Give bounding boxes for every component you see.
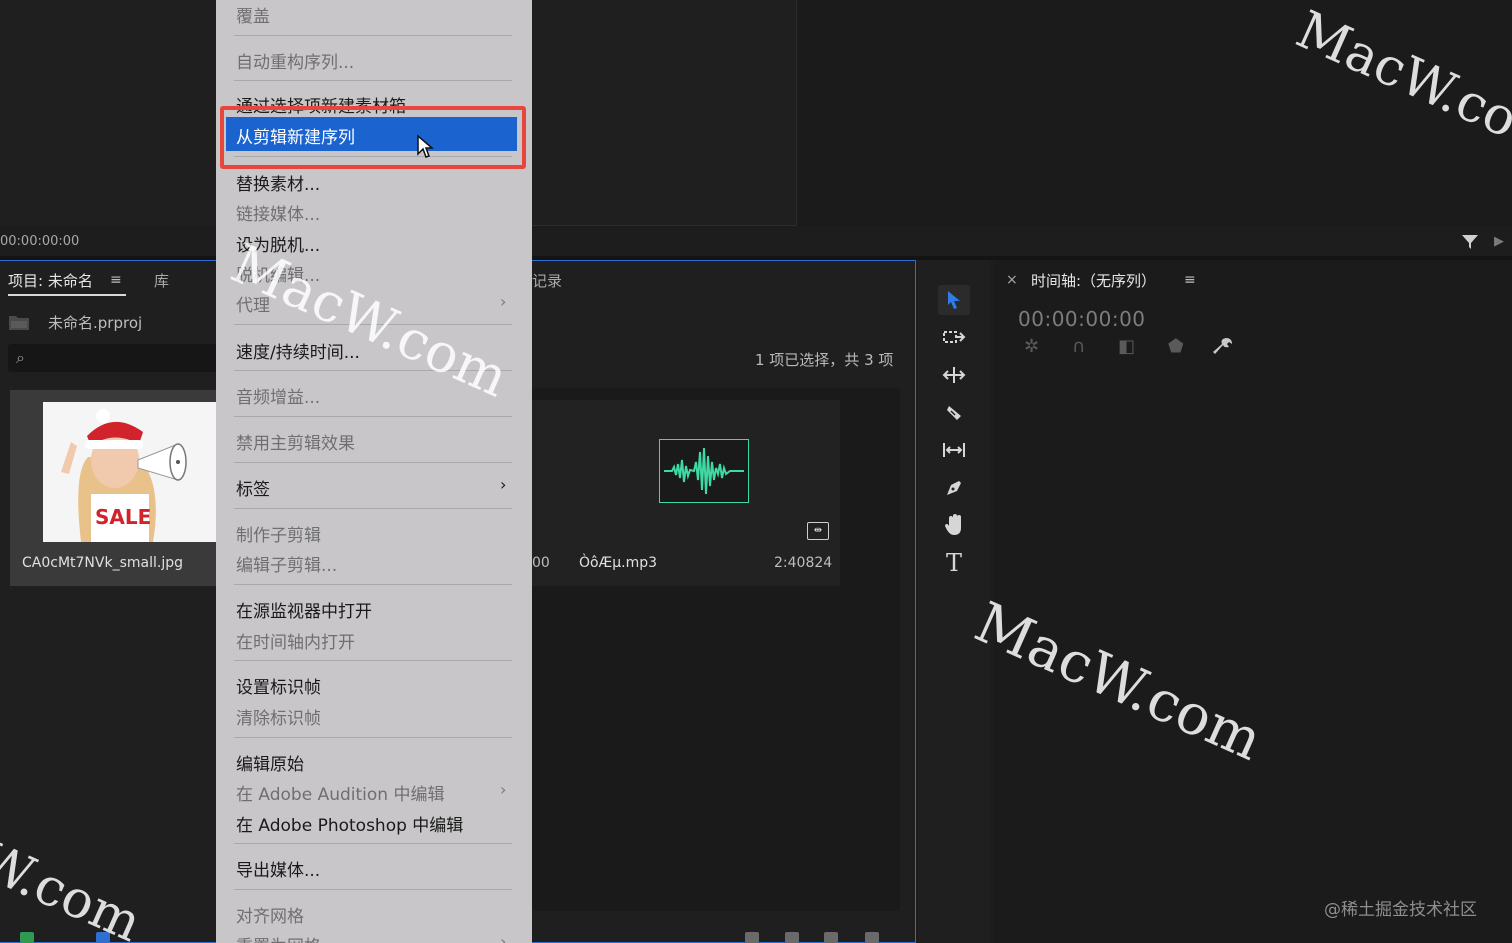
marker-icon[interactable]: ⬟ bbox=[1168, 336, 1184, 357]
menu-item-edit-offline[interactable]: 脱机编辑... bbox=[236, 261, 320, 286]
menu-item-edit-original[interactable]: 编辑原始 bbox=[236, 750, 304, 775]
menu-separator bbox=[234, 737, 512, 738]
menu-item-replace-footage[interactable]: 替换素材... bbox=[236, 170, 320, 195]
menu-item-edit-subclip[interactable]: 编辑子剪辑... bbox=[236, 551, 337, 576]
slip-tool-icon[interactable] bbox=[938, 435, 970, 465]
type-tool-icon[interactable]: T bbox=[938, 548, 970, 578]
chevron-right-icon: › bbox=[500, 780, 507, 799]
ripple-edit-tool-icon[interactable] bbox=[938, 360, 970, 390]
project-file-name: 未命名.prproj bbox=[48, 314, 143, 332]
menu-item-make-offline[interactable]: 设为脱机... bbox=[236, 231, 320, 256]
menu-item-reset-to-grid[interactable]: 重置为网格 bbox=[236, 932, 321, 943]
menu-item-open-in-source-monitor[interactable]: 在源监视器中打开 bbox=[236, 597, 372, 622]
audio-file-name: ÒôÆµ.mp3 bbox=[579, 555, 658, 571]
menu-separator bbox=[234, 660, 512, 661]
bottom-toolbar-button[interactable] bbox=[745, 932, 759, 943]
project-search-input[interactable] bbox=[8, 344, 218, 372]
menu-item-link-media[interactable]: 链接媒体... bbox=[236, 200, 320, 225]
menu-item-overwrite[interactable]: 覆盖 bbox=[236, 2, 270, 27]
menu-item-export-media[interactable]: 导出媒体... bbox=[236, 856, 320, 881]
image-thumbnail[interactable]: SALE bbox=[43, 402, 216, 542]
thumb-sale-text: SALE bbox=[95, 505, 151, 529]
monitor-timecode[interactable]: 00:00:00:00 bbox=[0, 234, 79, 249]
menu-separator bbox=[234, 324, 512, 325]
source-monitor-left bbox=[0, 0, 216, 226]
add-marker-icon[interactable]: ◧ bbox=[1118, 336, 1135, 357]
menu-item-audio-gain[interactable]: 音频增益... bbox=[236, 383, 320, 408]
bottom-toolbar-button[interactable] bbox=[96, 932, 110, 943]
source-monitor-center bbox=[532, 0, 797, 226]
filter-icon[interactable] bbox=[1460, 232, 1480, 252]
track-select-tool-icon[interactable] bbox=[938, 323, 970, 353]
project-folder-icon bbox=[9, 316, 29, 330]
menu-separator bbox=[234, 416, 512, 417]
selection-tool-icon[interactable] bbox=[938, 285, 970, 315]
timeline-title[interactable]: 时间轴:（无序列） bbox=[1031, 270, 1156, 291]
razor-tool-icon[interactable] bbox=[938, 398, 970, 428]
pen-tool-icon[interactable] bbox=[938, 473, 970, 503]
annotation-highlight-frame bbox=[220, 106, 526, 169]
linked-selection-icon[interactable]: ∩ bbox=[1072, 336, 1085, 357]
menu-separator bbox=[234, 584, 512, 585]
menu-separator bbox=[234, 370, 512, 371]
mouse-cursor-icon bbox=[417, 134, 434, 158]
bottom-toolbar-button[interactable] bbox=[20, 932, 34, 943]
audio-partial-value: 00 bbox=[532, 555, 550, 571]
waveform-icon bbox=[664, 447, 744, 495]
sale-woman-illustration: SALE bbox=[43, 402, 216, 542]
timeline-timecode[interactable]: 00:00:00:00 bbox=[1018, 307, 1146, 331]
menu-separator bbox=[234, 35, 512, 36]
menu-separator bbox=[234, 889, 512, 890]
menu-item-edit-in-photoshop[interactable]: 在 Adobe Photoshop 中编辑 bbox=[236, 811, 463, 836]
bottom-toolbar-button[interactable] bbox=[785, 932, 799, 943]
menu-item-proxy[interactable]: 代理 bbox=[236, 291, 270, 316]
audio-duration: 2:40824 bbox=[774, 555, 833, 571]
bottom-toolbar-button[interactable] bbox=[824, 932, 838, 943]
panel-menu-icon[interactable]: ≡ bbox=[110, 272, 122, 288]
menu-separator bbox=[234, 843, 512, 844]
menu-item-open-in-timeline[interactable]: 在时间轴内打开 bbox=[236, 628, 355, 653]
menu-item-set-poster-frame[interactable]: 设置标识帧 bbox=[236, 673, 321, 698]
chevron-right-icon: › bbox=[500, 475, 507, 494]
menu-item-disable-master-clip-effects[interactable]: 禁用主剪辑效果 bbox=[236, 429, 355, 454]
bottom-toolbar-button[interactable] bbox=[865, 932, 879, 943]
close-icon[interactable]: × bbox=[1006, 272, 1018, 288]
menu-separator bbox=[234, 462, 512, 463]
watermark-credit: @稀土掘金技术社区 bbox=[1324, 900, 1477, 920]
chevron-right-icon: › bbox=[500, 932, 507, 943]
project-tab[interactable]: 项目: 未命名 bbox=[8, 270, 93, 291]
selection-count: 1 项已选择，共 3 项 bbox=[755, 351, 894, 369]
timeline-panel bbox=[994, 260, 1512, 943]
image-file-name: CA0cMt7NVk_small.jpg bbox=[22, 555, 183, 571]
chevron-right-icon: › bbox=[500, 292, 507, 311]
audio-clip-type-icon: ⇹ bbox=[807, 522, 829, 540]
menu-item-align-to-grid[interactable]: 对齐网格 bbox=[236, 902, 304, 927]
library-tab[interactable]: 库 bbox=[154, 270, 169, 291]
menu-separator bbox=[234, 508, 512, 509]
program-monitor bbox=[797, 0, 1512, 226]
menu-item-auto-reframe[interactable]: 自动重构序列... bbox=[236, 48, 354, 73]
menu-item-edit-in-audition[interactable]: 在 Adobe Audition 中编辑 bbox=[236, 780, 444, 805]
play-icon[interactable]: ▶ bbox=[1494, 234, 1504, 249]
wrench-icon[interactable] bbox=[1212, 336, 1234, 363]
menu-item-speed-duration[interactable]: 速度/持续时间... bbox=[236, 338, 360, 363]
search-icon: ⌕ bbox=[16, 348, 25, 367]
menu-item-make-subclip[interactable]: 制作子剪辑 bbox=[236, 521, 321, 546]
menu-separator bbox=[234, 80, 512, 81]
record-tab[interactable]: 记录 bbox=[532, 270, 562, 291]
menu-item-clear-poster-frame[interactable]: 清除标识帧 bbox=[236, 704, 321, 729]
snap-icon[interactable]: ✲ bbox=[1024, 336, 1039, 357]
active-tab-underline bbox=[8, 294, 126, 296]
menu-item-label[interactable]: 标签 bbox=[236, 475, 270, 500]
hand-tool-icon[interactable] bbox=[938, 510, 970, 540]
audio-waveform-thumbnail[interactable] bbox=[659, 439, 749, 503]
panel-menu-icon[interactable]: ≡ bbox=[1184, 272, 1196, 288]
